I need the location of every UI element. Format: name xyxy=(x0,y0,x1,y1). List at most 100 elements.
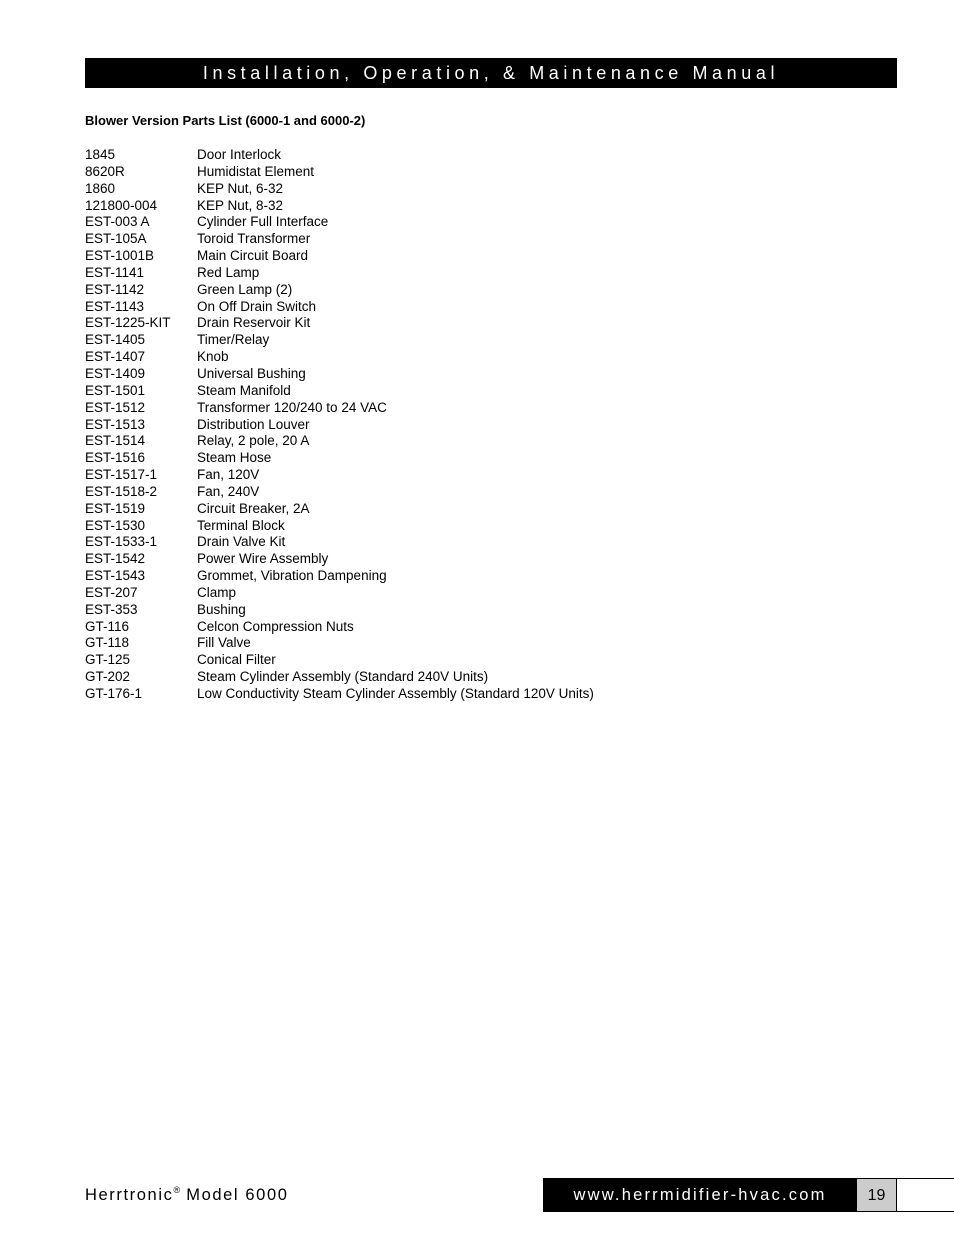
part-description: Grommet, Vibration Dampening xyxy=(197,568,387,584)
part-number: EST-1530 xyxy=(85,517,146,533)
parts-list-row: GT-118 Fill Valve xyxy=(85,635,594,652)
part-number: GT-116 xyxy=(85,618,130,634)
part-number: GT-202 xyxy=(85,669,131,685)
parts-list-row: GT-176-1 Low Conductivity Steam Cylinder … xyxy=(85,686,594,703)
page-number: 19 xyxy=(857,1178,897,1212)
parts-list-row: EST-1514 Relay, 2 pole, 20 A xyxy=(85,433,594,450)
part-description: Steam Cylinder Assembly (Standard 240V U… xyxy=(197,669,489,685)
part-number: EST-1516 xyxy=(85,450,146,466)
part-number: 1860 xyxy=(85,180,116,196)
part-number: GT-125 xyxy=(85,652,131,668)
part-description: Red Lamp xyxy=(197,264,260,280)
parts-list-row: EST-003 A Cylinder Full Interface xyxy=(85,214,594,231)
footer-rule xyxy=(897,1178,954,1212)
part-description: Universal Bushing xyxy=(197,365,306,381)
part-number: EST-1501 xyxy=(85,382,146,398)
part-number: EST-1517-1 xyxy=(85,467,158,483)
part-description: Cylinder Full Interface xyxy=(197,214,329,230)
parts-list-row: EST-1543 Grommet, Vibration Dampening xyxy=(85,568,594,585)
part-description: Humidistat Element xyxy=(197,163,315,179)
part-number: EST-1518-2 xyxy=(85,483,158,499)
part-number: EST-1409 xyxy=(85,365,146,381)
parts-list-row: EST-1141 Red Lamp xyxy=(85,265,594,282)
part-number: EST-1143 xyxy=(85,298,145,314)
parts-list-row: EST-1542 Power Wire Assembly xyxy=(85,551,594,568)
part-description: Circuit Breaker, 2A xyxy=(197,500,310,516)
part-number: EST-1405 xyxy=(85,332,146,348)
part-number: GT-118 xyxy=(85,635,130,651)
part-description: Transformer 120/240 to 24 VAC xyxy=(197,399,387,415)
manual-header-bar: Installation, Operation, & Maintenance M… xyxy=(85,58,897,88)
part-number: EST-1512 xyxy=(85,399,146,415)
parts-list-row: EST-1143 On Off Drain Switch xyxy=(85,299,594,316)
part-description: Drain Reservoir Kit xyxy=(197,315,311,331)
parts-list-row: EST-105A Toroid Transformer xyxy=(85,231,594,248)
part-description: Toroid Transformer xyxy=(197,231,311,247)
parts-list-row: EST-1516 Steam Hose xyxy=(85,450,594,467)
part-number: EST-1142 xyxy=(85,281,145,297)
footer-product-name: Herrtronic® Model 6000 xyxy=(85,1185,289,1205)
parts-list-row: EST-1517-1 Fan, 120V xyxy=(85,467,594,484)
parts-list-row: EST-1530 Terminal Block xyxy=(85,518,594,535)
part-number: EST-353 xyxy=(85,601,138,617)
part-description: KEP Nut, 8-32 xyxy=(197,197,284,213)
part-description: Power Wire Assembly xyxy=(197,551,329,567)
part-description: Bushing xyxy=(197,601,246,617)
part-number: EST-1533-1 xyxy=(85,534,158,550)
part-description: Celcon Compression Nuts xyxy=(197,618,354,634)
parts-list-row: EST-1519 Circuit Breaker, 2A xyxy=(85,501,594,518)
part-description: Fan, 240V xyxy=(197,483,260,499)
part-description: Steam Manifold xyxy=(197,382,291,398)
parts-list-row: EST-1405 Timer/Relay xyxy=(85,332,594,349)
part-description: Steam Hose xyxy=(197,450,272,466)
parts-list-row: EST-1512 Transformer 120/240 to 24 VAC xyxy=(85,400,594,417)
part-number: EST-1001B xyxy=(85,248,155,264)
part-description: Relay, 2 pole, 20 A xyxy=(197,433,310,449)
part-description: Green Lamp (2) xyxy=(197,281,293,297)
parts-list-row: EST-353 Bushing xyxy=(85,602,594,619)
parts-list-row: EST-207 Clamp xyxy=(85,585,594,602)
part-number: EST-1141 xyxy=(85,264,145,280)
part-number: EST-1407 xyxy=(85,349,146,365)
parts-list-row: EST-1518-2 Fan, 240V xyxy=(85,484,594,501)
part-description: Drain Valve Kit xyxy=(197,534,286,550)
part-number: 8620R xyxy=(85,163,125,179)
part-number: EST-1543 xyxy=(85,568,146,584)
part-number: EST-105A xyxy=(85,231,147,247)
part-number: EST-003 A xyxy=(85,214,150,230)
part-number: EST-1513 xyxy=(85,416,146,432)
part-number: EST-1519 xyxy=(85,500,146,516)
part-description: Conical Filter xyxy=(197,652,276,668)
manual-title: Installation, Operation, & Maintenance M… xyxy=(202,63,780,83)
parts-list-row: EST-1142 Green Lamp (2) xyxy=(85,282,594,299)
parts-list-row: 8620R Humidistat Element xyxy=(85,164,594,181)
part-number: EST-207 xyxy=(85,584,138,600)
parts-list-row: EST-1501 Steam Manifold xyxy=(85,383,594,400)
parts-list-row: EST-1001B Main Circuit Board xyxy=(85,248,594,265)
part-description: Door Interlock xyxy=(197,147,282,162)
footer-model: Model 6000 xyxy=(180,1186,289,1204)
parts-list-row: GT-202 Steam Cylinder Assembly (Standard … xyxy=(85,669,594,686)
footer-website-link[interactable]: www.herrmidifier-hvac.com xyxy=(543,1178,857,1212)
part-number: EST-1542 xyxy=(85,551,146,567)
part-number: 1845 xyxy=(85,147,116,162)
part-description: KEP Nut, 6-32 xyxy=(197,180,284,196)
part-description: On Off Drain Switch xyxy=(197,298,317,314)
part-description: Main Circuit Board xyxy=(197,248,309,264)
parts-list-row: 1845 Door Interlock xyxy=(85,147,594,164)
parts-list: 1845 Door Interlock 8620R Humidistat Elemen… xyxy=(85,147,594,703)
part-description: Terminal Block xyxy=(197,517,285,533)
parts-list-row: EST-1225-KIT Drain Reservoir Kit xyxy=(85,315,594,332)
parts-list-row: 121800-004 KEP Nut, 8-32 xyxy=(85,198,594,215)
part-number: EST-1225-KIT xyxy=(85,315,171,331)
part-number: EST-1514 xyxy=(85,433,146,449)
part-description: Clamp xyxy=(197,584,237,600)
part-description: Fan, 120V xyxy=(197,467,260,483)
part-description: Timer/Relay xyxy=(197,332,270,348)
parts-list-row: 1860 KEP Nut, 6-32 xyxy=(85,181,594,198)
parts-list-row: GT-116 Celcon Compression Nuts xyxy=(85,619,594,636)
parts-list-row: EST-1407 Knob xyxy=(85,349,594,366)
parts-list-row: EST-1409 Universal Bushing xyxy=(85,366,594,383)
part-description: Fill Valve xyxy=(197,635,251,651)
part-number: GT-176-1 xyxy=(85,686,143,701)
